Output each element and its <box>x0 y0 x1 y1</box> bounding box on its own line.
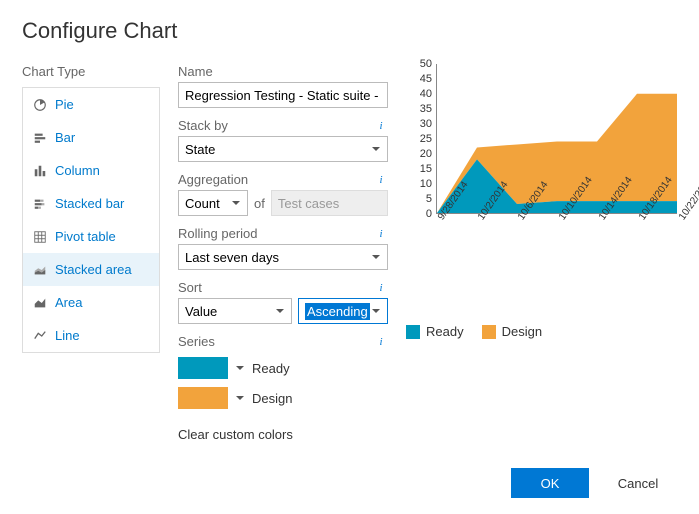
series-label: Series <box>178 334 215 349</box>
y-tick: 5 <box>426 193 432 205</box>
legend-label: Design <box>502 324 542 339</box>
chart-legend: Ready Design <box>406 324 677 339</box>
chart-type-area[interactable]: Area <box>23 286 159 319</box>
chart-type-label: Line <box>55 328 80 343</box>
chart-type-column[interactable]: Column <box>23 154 159 187</box>
chart-type-label: Area <box>55 295 82 310</box>
series-color-swatch[interactable] <box>178 387 228 409</box>
chart-type-pivot-table[interactable]: Pivot table <box>23 220 159 253</box>
chart-type-heading: Chart Type <box>22 64 160 79</box>
legend-item: Ready <box>406 324 464 339</box>
chart-type-stacked-bar[interactable]: Stacked bar <box>23 187 159 220</box>
y-tick: 15 <box>420 163 432 175</box>
y-tick: 10 <box>420 178 432 190</box>
clear-colors-link[interactable]: Clear custom colors <box>178 427 388 442</box>
chart-type-line[interactable]: Line <box>23 319 159 352</box>
column-icon <box>33 164 47 178</box>
chart-type-label: Pie <box>55 97 74 112</box>
chevron-down-icon[interactable] <box>236 366 244 374</box>
stackby-label: Stack by <box>178 118 228 133</box>
chart-type-label: Stacked area <box>55 262 132 277</box>
aggregation-select[interactable]: Count <box>178 190 248 216</box>
name-input[interactable] <box>178 82 388 108</box>
info-icon[interactable]: i <box>374 173 388 187</box>
rolling-select[interactable]: Last seven days <box>178 244 388 270</box>
pie-icon <box>33 98 47 112</box>
series-name: Design <box>252 391 292 406</box>
stacked-bar-icon <box>33 197 47 211</box>
of-label: of <box>254 196 265 211</box>
chart-type-label: Column <box>55 163 100 178</box>
chart-type-list: Pie Bar Column Stacked bar Pivot table Stacke… <box>22 87 160 353</box>
chart-type-stacked-area[interactable]: Stacked area <box>23 253 159 286</box>
legend-label: Ready <box>426 324 464 339</box>
aggregation-target: Test cases <box>271 190 388 216</box>
pivot-table-icon <box>33 230 47 244</box>
legend-swatch <box>406 325 420 339</box>
chart-type-label: Pivot table <box>55 229 116 244</box>
rolling-label: Rolling period <box>178 226 258 241</box>
cancel-button[interactable]: Cancel <box>599 468 677 498</box>
chart-type-bar[interactable]: Bar <box>23 121 159 154</box>
y-tick: 40 <box>420 88 432 100</box>
info-icon[interactable]: i <box>374 281 388 295</box>
y-tick: 45 <box>420 73 432 85</box>
chart-type-panel: Chart Type Pie Bar Column Stacked bar Pivot … <box>22 64 160 442</box>
y-tick: 25 <box>420 133 432 145</box>
legend-item: Design <box>482 324 542 339</box>
area-icon <box>33 296 47 310</box>
x-tick: 10/22/2014 <box>677 175 699 222</box>
stackby-select[interactable]: State <box>178 136 388 162</box>
series-color-swatch[interactable] <box>178 357 228 379</box>
line-icon <box>33 329 47 343</box>
aggregation-label: Aggregation <box>178 172 248 187</box>
sort-direction-select[interactable]: Ascending <box>298 298 388 324</box>
chart-plot <box>436 64 677 214</box>
sort-label: Sort <box>178 280 202 295</box>
y-tick: 50 <box>420 58 432 70</box>
chevron-down-icon[interactable] <box>236 396 244 404</box>
info-icon[interactable]: i <box>374 119 388 133</box>
dialog-title: Configure Chart <box>22 18 677 44</box>
chart-type-pie[interactable]: Pie <box>23 88 159 121</box>
y-tick: 35 <box>420 103 432 115</box>
y-tick: 0 <box>426 208 432 220</box>
legend-swatch <box>482 325 496 339</box>
stacked-area-icon <box>33 263 47 277</box>
series-row: Design <box>178 387 388 409</box>
chart-preview: 50454035302520151050 9/28/201410/2/20141… <box>406 64 677 442</box>
info-icon[interactable]: i <box>374 335 388 349</box>
sort-field-select[interactable]: Value <box>178 298 292 324</box>
series-name: Ready <box>252 361 290 376</box>
info-icon[interactable]: i <box>374 227 388 241</box>
y-tick: 20 <box>420 148 432 160</box>
config-form: Name Stack by i State Aggregation i <box>178 64 388 442</box>
chart-type-label: Stacked bar <box>55 196 124 211</box>
ok-button[interactable]: OK <box>511 468 589 498</box>
y-tick: 30 <box>420 118 432 130</box>
chart-type-label: Bar <box>55 130 75 145</box>
bar-icon <box>33 131 47 145</box>
series-row: Ready <box>178 357 388 379</box>
name-label: Name <box>178 64 213 79</box>
